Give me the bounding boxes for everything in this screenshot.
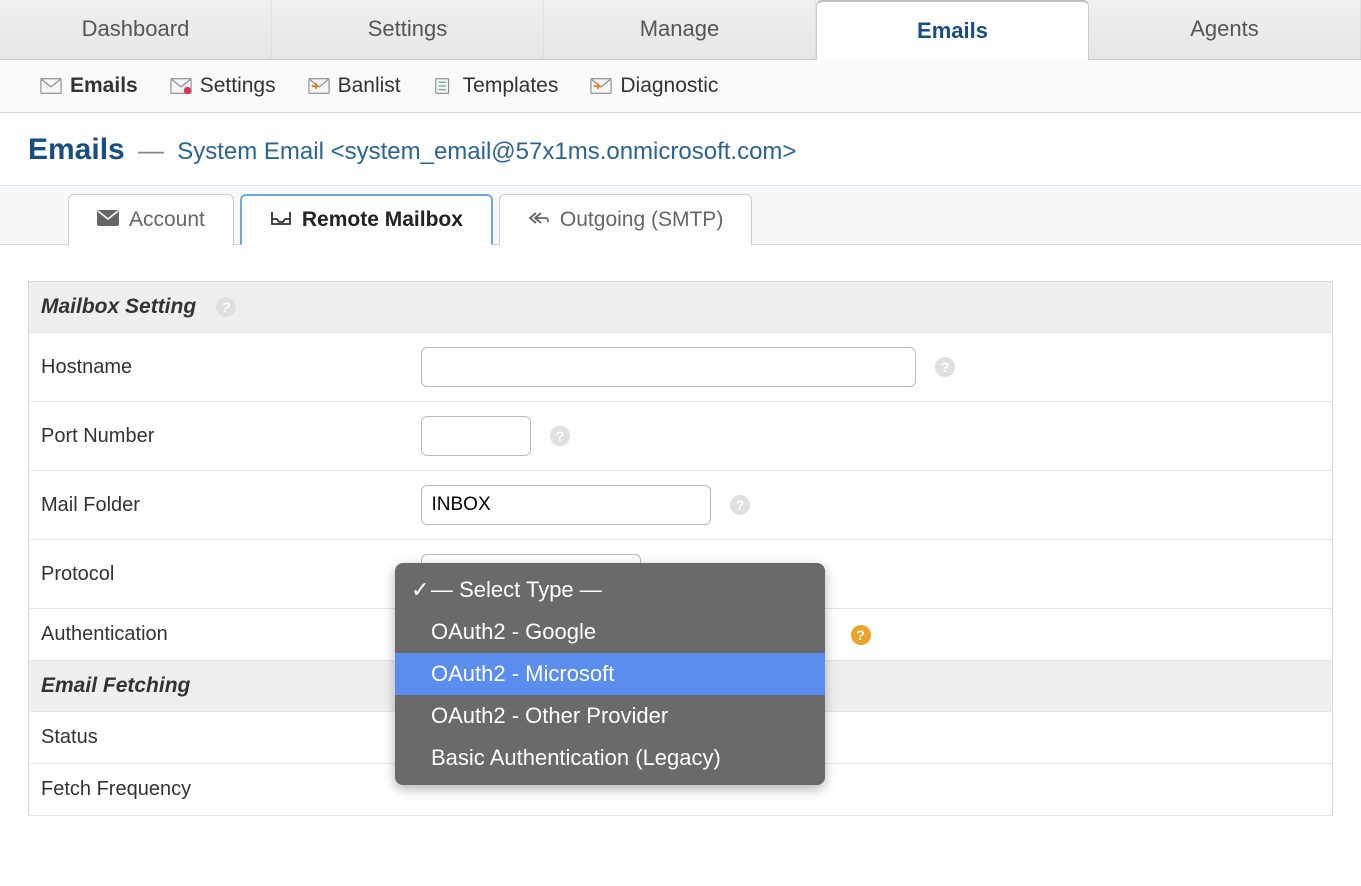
authentication-dropdown[interactable]: ✓ — Select Type — OAuth2 - Google OAuth2… <box>395 563 825 785</box>
row-port: Port Number ? <box>29 402 1333 471</box>
port-input[interactable] <box>421 416 531 456</box>
check-icon: ✓ <box>411 577 431 603</box>
subnav-label: Diagnostic <box>620 74 718 98</box>
envelope-solid-icon <box>97 208 119 232</box>
form-tab-label: Outgoing (SMTP) <box>560 208 723 232</box>
help-icon[interactable]: ? <box>216 297 236 317</box>
subnav-emails[interactable]: Emails <box>40 74 138 98</box>
subnav-banlist[interactable]: Banlist <box>308 74 401 98</box>
label-status: Status <box>29 712 409 764</box>
option-label: Basic Authentication (Legacy) <box>431 745 721 771</box>
envelope-arrow-icon <box>590 77 612 95</box>
form-tab-label: Remote Mailbox <box>302 208 463 232</box>
form-tabs: Account Remote Mailbox Outgoing (SMTP) <box>0 185 1361 245</box>
hostname-input[interactable] <box>421 347 916 387</box>
reply-all-icon <box>528 208 550 232</box>
tab-agents[interactable]: Agents <box>1089 0 1361 59</box>
label-mail-folder: Mail Folder <box>29 471 409 540</box>
label-port: Port Number <box>29 402 409 471</box>
page-title: Emails <box>28 133 125 166</box>
section-title: Mailbox Setting <box>41 295 196 318</box>
inbox-icon <box>270 208 292 232</box>
page-heading: Emails — System Email <system_email@57x1… <box>0 113 1361 185</box>
option-label: OAuth2 - Google <box>431 619 596 645</box>
subnav-label: Templates <box>463 74 559 98</box>
help-icon[interactable]: ? <box>550 426 570 446</box>
envelope-icon <box>40 77 62 95</box>
envelope-arrow-icon <box>308 77 330 95</box>
option-label: — Select Type — <box>431 577 602 603</box>
help-icon[interactable]: ? <box>935 357 955 377</box>
tab-account[interactable]: Account <box>68 194 234 245</box>
row-hostname: Hostname ? <box>29 333 1333 402</box>
subnav-label: Settings <box>200 74 276 98</box>
section-title: Email Fetching <box>41 674 190 697</box>
section-mailbox-setting: Mailbox Setting ? <box>29 282 1333 333</box>
tab-remote-mailbox[interactable]: Remote Mailbox <box>240 194 493 245</box>
label-authentication: Authentication <box>29 609 409 661</box>
label-fetch-frequency: Fetch Frequency <box>29 764 409 816</box>
auth-option-oauth2-google[interactable]: OAuth2 - Google <box>395 611 825 653</box>
tab-outgoing-smtp[interactable]: Outgoing (SMTP) <box>499 194 752 245</box>
form-body: Mailbox Setting ? Hostname ? Port Number… <box>0 245 1361 816</box>
auth-option-oauth2-other[interactable]: OAuth2 - Other Provider <box>395 695 825 737</box>
option-label: OAuth2 - Other Provider <box>431 703 668 729</box>
option-label: OAuth2 - Microsoft <box>431 661 614 687</box>
form-tab-label: Account <box>129 208 205 232</box>
document-icon <box>433 77 455 95</box>
tab-manage[interactable]: Manage <box>544 0 816 59</box>
heading-separator: — <box>138 135 164 165</box>
top-nav: Dashboard Settings Manage Emails Agents <box>0 0 1361 60</box>
mail-folder-input[interactable] <box>421 485 711 525</box>
row-mail-folder: Mail Folder ? <box>29 471 1333 540</box>
subnav-templates[interactable]: Templates <box>433 74 559 98</box>
help-icon[interactable]: ? <box>730 495 750 515</box>
sub-nav: Emails Settings Banlist Templates Diagno… <box>0 60 1361 113</box>
auth-option-select-type[interactable]: ✓ — Select Type — <box>395 569 825 611</box>
page-subtitle: System Email <system_email@57x1ms.onmicr… <box>177 138 796 165</box>
subnav-diagnostic[interactable]: Diagnostic <box>590 74 718 98</box>
tab-settings[interactable]: Settings <box>272 0 544 59</box>
subnav-label: Banlist <box>338 74 401 98</box>
subnav-label: Emails <box>70 74 138 98</box>
help-icon[interactable]: ? <box>851 625 871 645</box>
auth-option-oauth2-microsoft[interactable]: OAuth2 - Microsoft <box>395 653 825 695</box>
auth-option-basic-legacy[interactable]: Basic Authentication (Legacy) <box>395 737 825 779</box>
label-hostname: Hostname <box>29 333 409 402</box>
label-protocol: Protocol <box>29 540 409 609</box>
tab-emails[interactable]: Emails <box>816 0 1089 60</box>
tab-dashboard[interactable]: Dashboard <box>0 0 272 59</box>
envelope-gear-icon <box>170 77 192 95</box>
subnav-settings[interactable]: Settings <box>170 74 276 98</box>
